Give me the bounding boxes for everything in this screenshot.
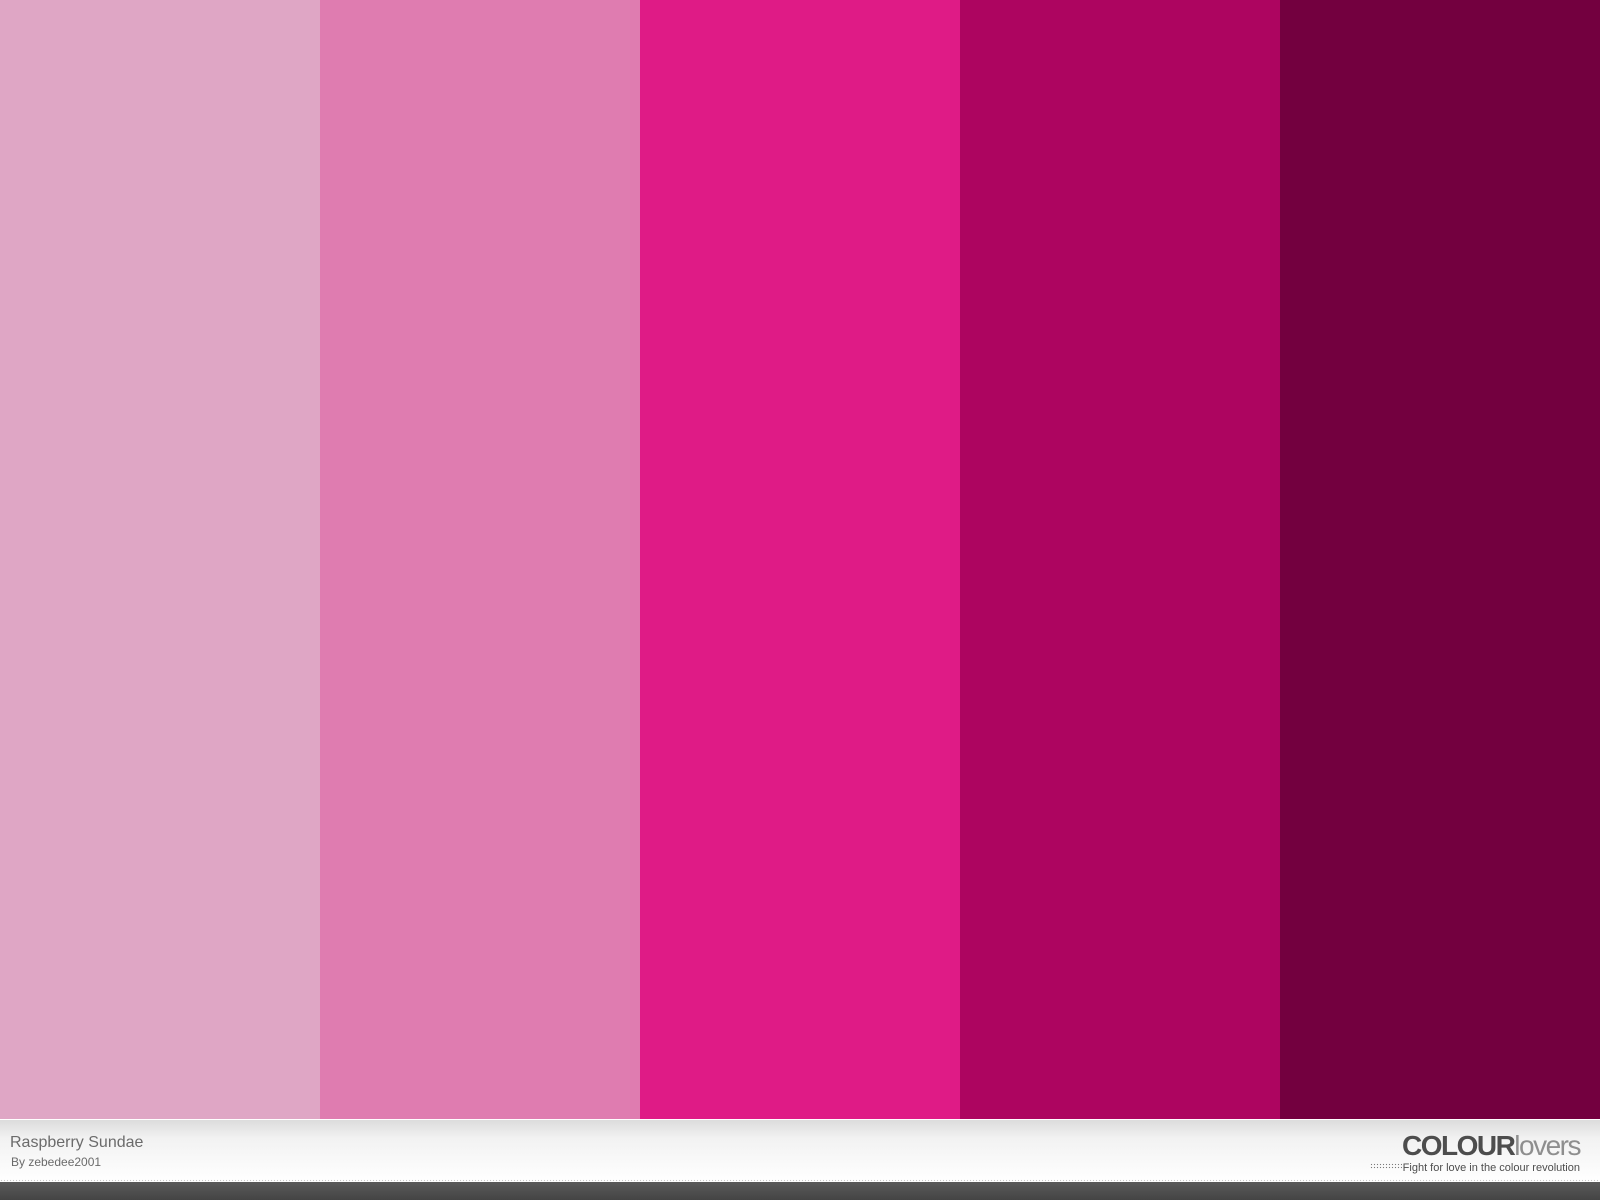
logo-wordmark-bold: COLOUR [1401,1130,1516,1161]
bottom-bar [0,1182,1600,1200]
palette-swatches [0,0,1600,1119]
palette-footer: Raspberry Sundae By zebedee2001 COLOURlo… [0,1119,1600,1182]
palette-author: By zebedee2001 [11,1155,102,1169]
color-swatch-5 [1280,0,1600,1119]
logo-wordmark: COLOURlovers [1401,1130,1582,1161]
palette-title: Raspberry Sundae [10,1134,144,1151]
logo-wordmark-light: lovers [1514,1130,1581,1161]
color-swatch-4 [960,0,1280,1119]
color-swatch-3 [640,0,960,1119]
colourlovers-logo[interactable]: COLOURlovers Fight for love in the colou… [1340,1130,1582,1176]
color-swatch-2 [320,0,640,1119]
color-swatch-1 [0,0,320,1119]
palette-page: Raspberry Sundae By zebedee2001 COLOURlo… [0,0,1600,1200]
logo-tagline: Fight for love in the colour revolution [1402,1162,1580,1174]
logo-dots-icon [1370,1163,1402,1169]
